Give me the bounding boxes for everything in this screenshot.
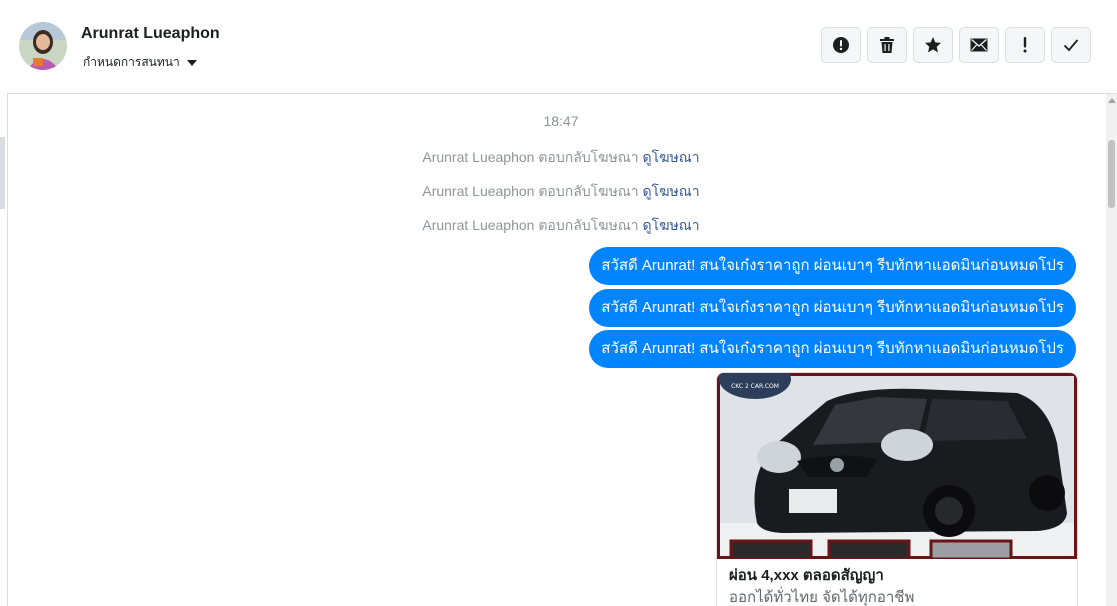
view-ad-link[interactable]: ดูโฆษณา [643, 149, 700, 165]
conversation-actions [821, 27, 1091, 63]
thread-scrollbar[interactable] [1106, 94, 1117, 606]
exclamation-icon [1023, 37, 1027, 53]
avatar[interactable] [19, 22, 67, 70]
contact-name[interactable]: Arunrat Lueaphon [81, 25, 220, 43]
mark-done-button[interactable] [1051, 27, 1091, 63]
ad-title: ผ่อน 4,xxx ตลอดสัญญา [729, 567, 884, 584]
left-panel-scroll-thumb[interactable] [0, 137, 5, 209]
outgoing-message-bubble[interactable]: สวัสดี Arunrat! สนใจเก๋งราคาถูก ผ่อนเบาๆ… [589, 247, 1076, 285]
delete-button[interactable] [867, 27, 907, 63]
system-message: Arunrat Lueaphon ตอบกลับโฆษณา ดูโฆษณา [8, 147, 1106, 169]
assign-conversation-dropdown[interactable]: กำหนดการสนทนา [83, 53, 197, 72]
message-timestamp: 18:47 [543, 113, 579, 129]
report-spam-button[interactable] [821, 27, 861, 63]
star-icon [925, 37, 941, 53]
conversation-header: Arunrat Lueaphon กำหนดการสนทนา [7, 0, 1117, 94]
star-button[interactable] [913, 27, 953, 63]
follow-up-button[interactable] [1005, 27, 1045, 63]
system-message: Arunrat Lueaphon ตอบกลับโฆษณา ดูโฆษณา [8, 181, 1106, 203]
scroll-up-arrow-icon[interactable] [1108, 98, 1116, 103]
outgoing-message-bubble[interactable]: สวัสดี Arunrat! สนใจเก๋งราคาถูก ผ่อนเบาๆ… [589, 330, 1076, 368]
system-message-text: Arunrat Lueaphon ตอบกลับโฆษณา [422, 183, 639, 199]
envelope-icon [970, 38, 988, 52]
ad-watermark: CKC 2 CAR.COM [731, 383, 779, 390]
system-message: Arunrat Lueaphon ตอบกลับโฆษณา ดูโฆษณา [8, 215, 1106, 237]
scroll-thumb[interactable] [1108, 140, 1115, 208]
trash-icon [880, 37, 894, 53]
ad-card[interactable]: CKC 2 CAR.COM ผ่อน 4,xxx ตลอดสัญญา ออกได… [716, 372, 1078, 606]
system-message-text: Arunrat Lueaphon ตอบกลับโฆษณา [422, 149, 639, 165]
caret-down-icon [186, 60, 197, 66]
car-ad-image: CKC 2 CAR.COM [717, 373, 1077, 559]
ad-subtitle: ออกได้ทั่วไทย จัดได้ทุกอาชีพ [729, 589, 915, 606]
mark-unread-button[interactable] [959, 27, 999, 63]
system-message-text: Arunrat Lueaphon ตอบกลับโฆษณา [422, 217, 639, 233]
outgoing-message-bubble[interactable]: สวัสดี Arunrat! สนใจเก๋งราคาถูก ผ่อนเบาๆ… [589, 289, 1076, 327]
check-icon [1063, 39, 1079, 52]
exclamation-circle-icon [833, 37, 849, 53]
assign-conversation-label: กำหนดการสนทนา [83, 55, 180, 69]
message-thread: 18:47 Arunrat Lueaphon ตอบกลับโฆษณา ดูโฆ… [8, 94, 1106, 606]
view-ad-link[interactable]: ดูโฆษณา [643, 217, 700, 233]
view-ad-link[interactable]: ดูโฆษณา [643, 183, 700, 199]
